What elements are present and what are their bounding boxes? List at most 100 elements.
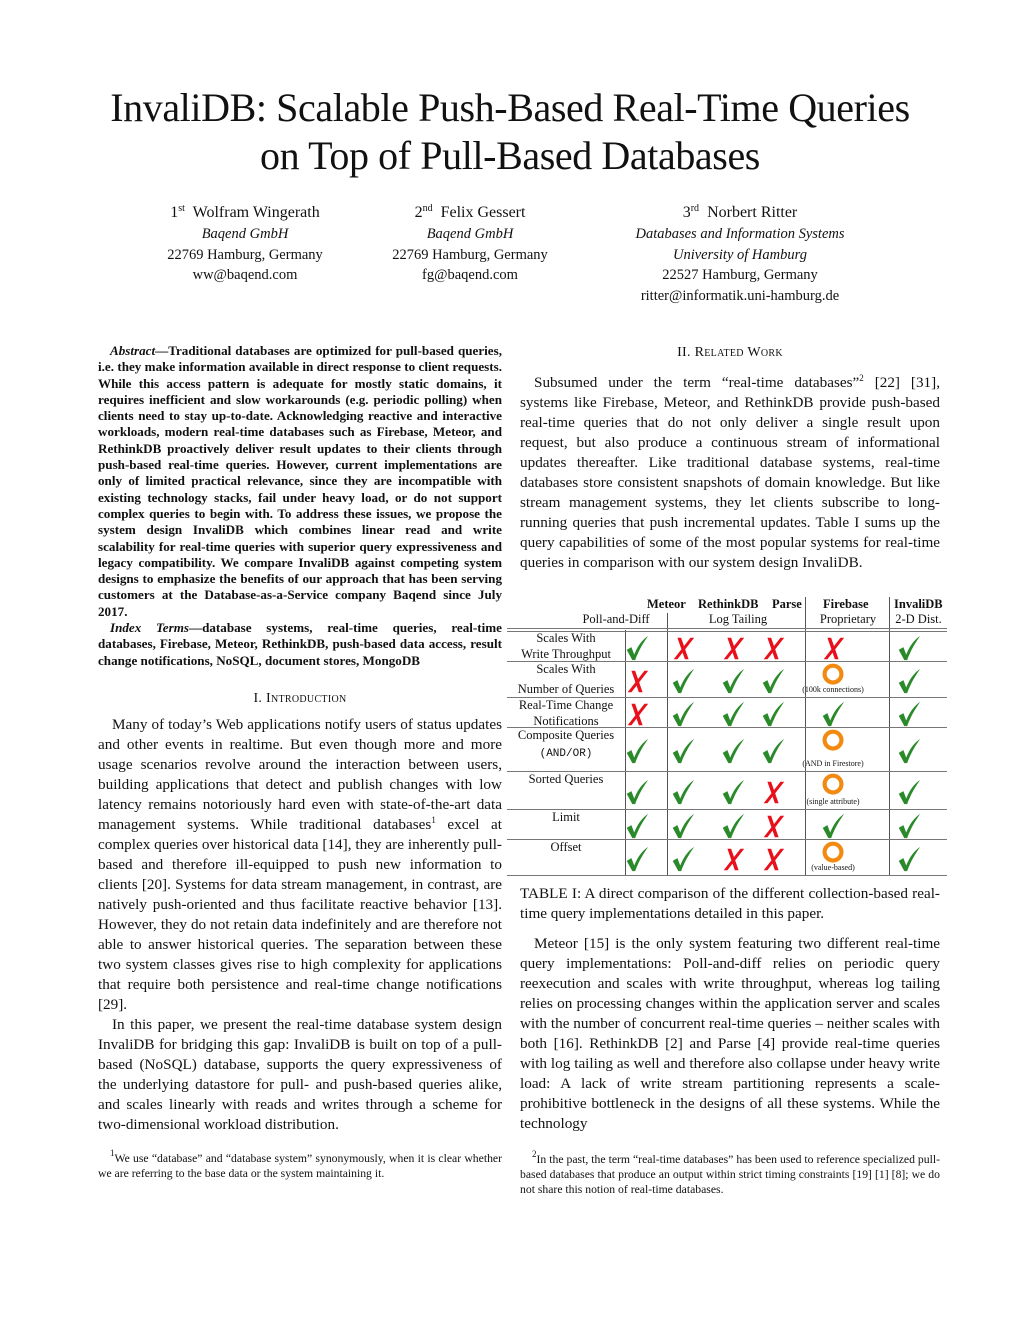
footnote-text: In the past, the term “real-time databas…: [520, 1153, 940, 1196]
author-address: 22527 Hamburg, Germany: [662, 267, 818, 283]
author-email: ritter@informatik.uni-hamburg.de: [640, 287, 840, 304]
table-row-rule: [507, 809, 947, 810]
left-column: Abstract—Traditional databases are optim…: [98, 343, 502, 1181]
check-icon: [669, 700, 699, 730]
related-text: Subsumed under the term “real-time datab…: [534, 374, 860, 391]
check-icon: [895, 737, 925, 767]
right-column: II. Related Work Subsumed under the term…: [520, 343, 940, 573]
check-icon: [669, 667, 699, 697]
firebase-note: (value-based): [811, 863, 855, 872]
abstract-text: —Traditional databases are optimized for…: [98, 343, 502, 619]
abstract-label: Abstract: [110, 343, 156, 358]
row-label: Limit: [507, 810, 625, 826]
footnote-text: We use “database” and “database system” …: [98, 1151, 502, 1180]
check-icon: [669, 778, 699, 808]
author-1: 1st Wolfram Wingerath Baqend GmbH 22769 …: [120, 202, 370, 286]
section-heading-introduction: I. Introduction: [253, 690, 347, 706]
row-label: Scales With Number of Queries: [507, 662, 625, 697]
firebase-note: (single attribute): [806, 797, 860, 806]
author-affiliation: Baqend GmbH: [201, 226, 289, 242]
ordinal-suffix: nd: [422, 203, 433, 214]
check-icon: [623, 634, 653, 664]
check-icon: [759, 700, 789, 730]
header-rethinkdb: RethinkDB: [698, 597, 759, 611]
header-firebase: Firebase: [823, 597, 869, 611]
cross-icon: [719, 845, 749, 875]
footnote-1: 1We use “database” and “database system”…: [98, 1148, 502, 1181]
group-2d-dist: 2-D Dist.: [895, 612, 942, 626]
group-log-tailing: Log Tailing: [708, 612, 768, 626]
row-label: Scales With Write Throughput: [507, 631, 625, 662]
cross-icon: [759, 634, 789, 664]
table-row: Scales With Number of Queries (100k connec…: [507, 661, 947, 697]
header-invalidb: InvaliDB: [894, 597, 943, 611]
check-icon: [895, 778, 925, 808]
table-row-rule: [507, 661, 947, 662]
author-department: Databases and Information Systems: [635, 226, 845, 242]
index-terms-label: Index Terms: [110, 620, 189, 636]
table-row: Real-Time Change Notifications: [507, 697, 947, 730]
header-meteor: Meteor: [647, 597, 686, 611]
row-label-line: Limit: [552, 810, 580, 824]
author-name: Felix Gessert: [440, 204, 526, 221]
check-icon: [623, 778, 653, 808]
check-icon: [719, 778, 749, 808]
row-label: Composite Queries (AND/OR): [507, 728, 625, 762]
check-icon: [895, 845, 925, 875]
check-icon: [719, 737, 749, 767]
check-icon: [719, 667, 749, 697]
cross-icon: [669, 634, 699, 664]
check-icon: [669, 845, 699, 875]
row-label: Real-Time Change Notifications: [507, 698, 625, 729]
footnote-2: 2In the past, the term “real-time databa…: [520, 1150, 940, 1197]
intro-paragraph-2: In this paper, we present the real-time …: [98, 1015, 502, 1133]
cross-icon: [623, 700, 653, 730]
table-header: Meteor RethinkDB Parse Firebase InvaliDB…: [507, 597, 947, 629]
check-icon: [895, 667, 925, 697]
table-row: Composite Queries (AND/OR) (AND in Firesto…: [507, 727, 947, 771]
author-2: 2nd Felix Gessert Baqend GmbH 22769 Hamb…: [345, 202, 595, 286]
check-icon: [895, 700, 925, 730]
related-paragraph-2: Meteor [15] is the only system featuring…: [520, 935, 940, 1132]
table-row: Scales With Write Throughput: [507, 630, 947, 661]
author-address: 22769 Hamburg, Germany: [392, 246, 548, 263]
author-ordinal: 3: [682, 204, 691, 221]
author-name: Wolfram Wingerath: [192, 204, 320, 221]
table-divider: [805, 597, 806, 875]
author-address: 22769 Hamburg, Germany: [167, 246, 323, 263]
group-poll-and-diff: Poll-and-Diff: [582, 612, 650, 626]
check-icon: [895, 812, 925, 842]
table-row: Offset (value-based): [507, 839, 947, 875]
circle-icon: [819, 727, 849, 757]
author-name: Norbert Ritter: [707, 204, 798, 221]
table-row: Limit: [507, 809, 947, 839]
row-label-line: (AND/OR): [539, 747, 593, 760]
paper-title: InvaliDB: Scalable Push-Based Real-Time …: [0, 84, 1020, 180]
check-icon: [669, 812, 699, 842]
row-label-line: Sorted Queries: [528, 772, 604, 786]
row-label: Offset: [507, 840, 625, 856]
row-label-line: Number of Queries: [517, 681, 615, 696]
check-icon: [819, 700, 849, 730]
table-row-rule: [507, 875, 947, 876]
table-header-rule: [507, 628, 947, 629]
row-label-line: Real-Time Change: [518, 698, 614, 712]
related-paragraph-1: Subsumed under the term “real-time datab…: [520, 373, 940, 573]
author-email: ww@baqend.com: [192, 267, 298, 283]
row-label-line: Scales With: [536, 631, 596, 645]
index-terms: Index Terms—database systems, real-time …: [98, 620, 502, 669]
table-row-rule: [507, 771, 947, 772]
cross-icon: [759, 812, 789, 842]
table-row: Sorted Queries (single attribute): [507, 771, 947, 809]
check-icon: [669, 737, 699, 767]
title-line-1: InvaliDB: Scalable Push-Based Real-Time …: [110, 85, 910, 130]
firebase-note: (100k connections): [802, 685, 864, 694]
row-label: Sorted Queries: [507, 772, 625, 788]
cross-icon: [623, 667, 653, 697]
intro-text: excel at complex queries over historical…: [98, 815, 502, 1013]
abstract: Abstract—Traditional databases are optim…: [98, 343, 502, 620]
check-icon: [719, 700, 749, 730]
row-label-line: Composite Queries: [517, 728, 615, 742]
related-text: [22] [31], systems like Firebase, Meteor…: [520, 374, 940, 571]
author-3: 3rd Norbert Ritter Databases and Informa…: [590, 202, 890, 306]
